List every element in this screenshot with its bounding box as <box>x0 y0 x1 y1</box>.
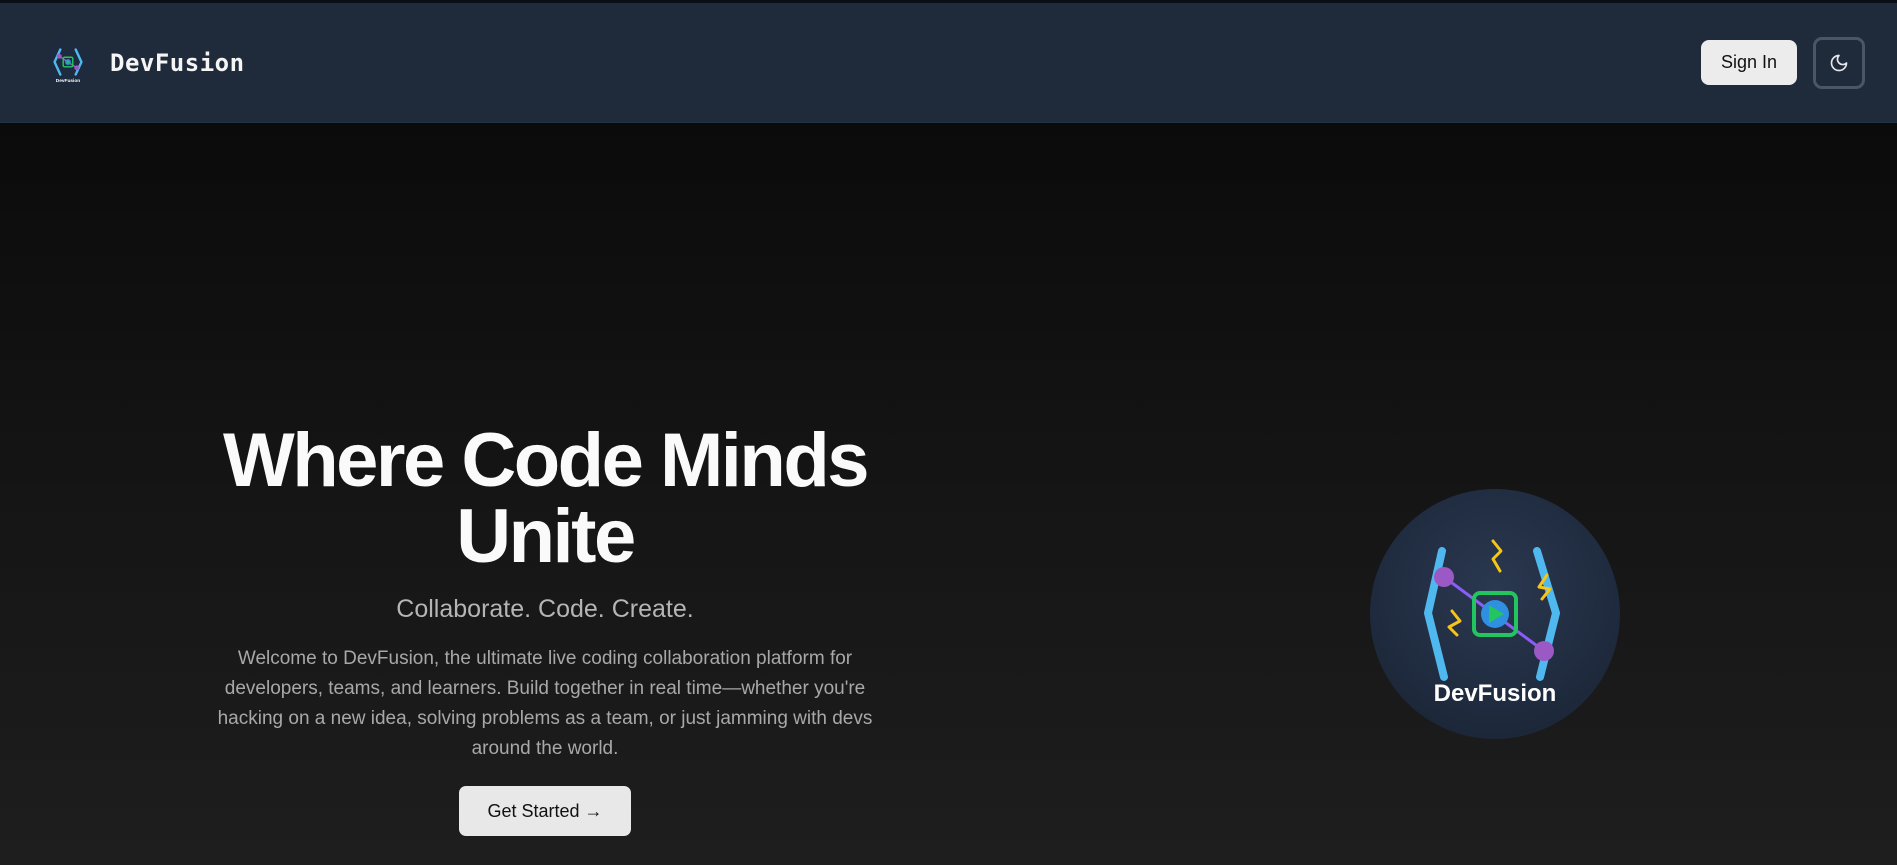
hero-title: Where Code Minds Unite <box>222 418 870 579</box>
brand-name: DevFusion <box>110 48 245 77</box>
devfusion-hero-logo-icon: DevFusion <box>1370 489 1620 739</box>
node-dot-icon <box>1534 641 1554 661</box>
navbar: DevFusion DevFusion Sign In <box>0 3 1897 123</box>
moon-icon <box>1830 54 1848 71</box>
hero-section: Where Code Minds Unite Collaborate. Code… <box>0 123 1897 865</box>
logo-caption: DevFusion <box>56 78 81 84</box>
sign-in-button[interactable]: Sign In <box>1700 40 1797 85</box>
get-started-button[interactable]: Get Started → <box>459 786 631 836</box>
brand[interactable]: DevFusion DevFusion <box>44 38 245 87</box>
devfusion-logo-icon: DevFusion <box>44 38 92 87</box>
hero-logo-text: DevFusion <box>1434 680 1557 707</box>
theme-toggle-button[interactable] <box>1813 36 1865 89</box>
node-dot-icon <box>1434 567 1454 587</box>
hero-content: Where Code Minds Unite Collaborate. Code… <box>140 423 950 836</box>
hero-subtitle: Collaborate. Code. Create. <box>396 595 694 623</box>
hero-description: Welcome to DevFusion, the ultimate live … <box>217 648 873 759</box>
nav-actions: Sign In <box>1700 36 1865 89</box>
